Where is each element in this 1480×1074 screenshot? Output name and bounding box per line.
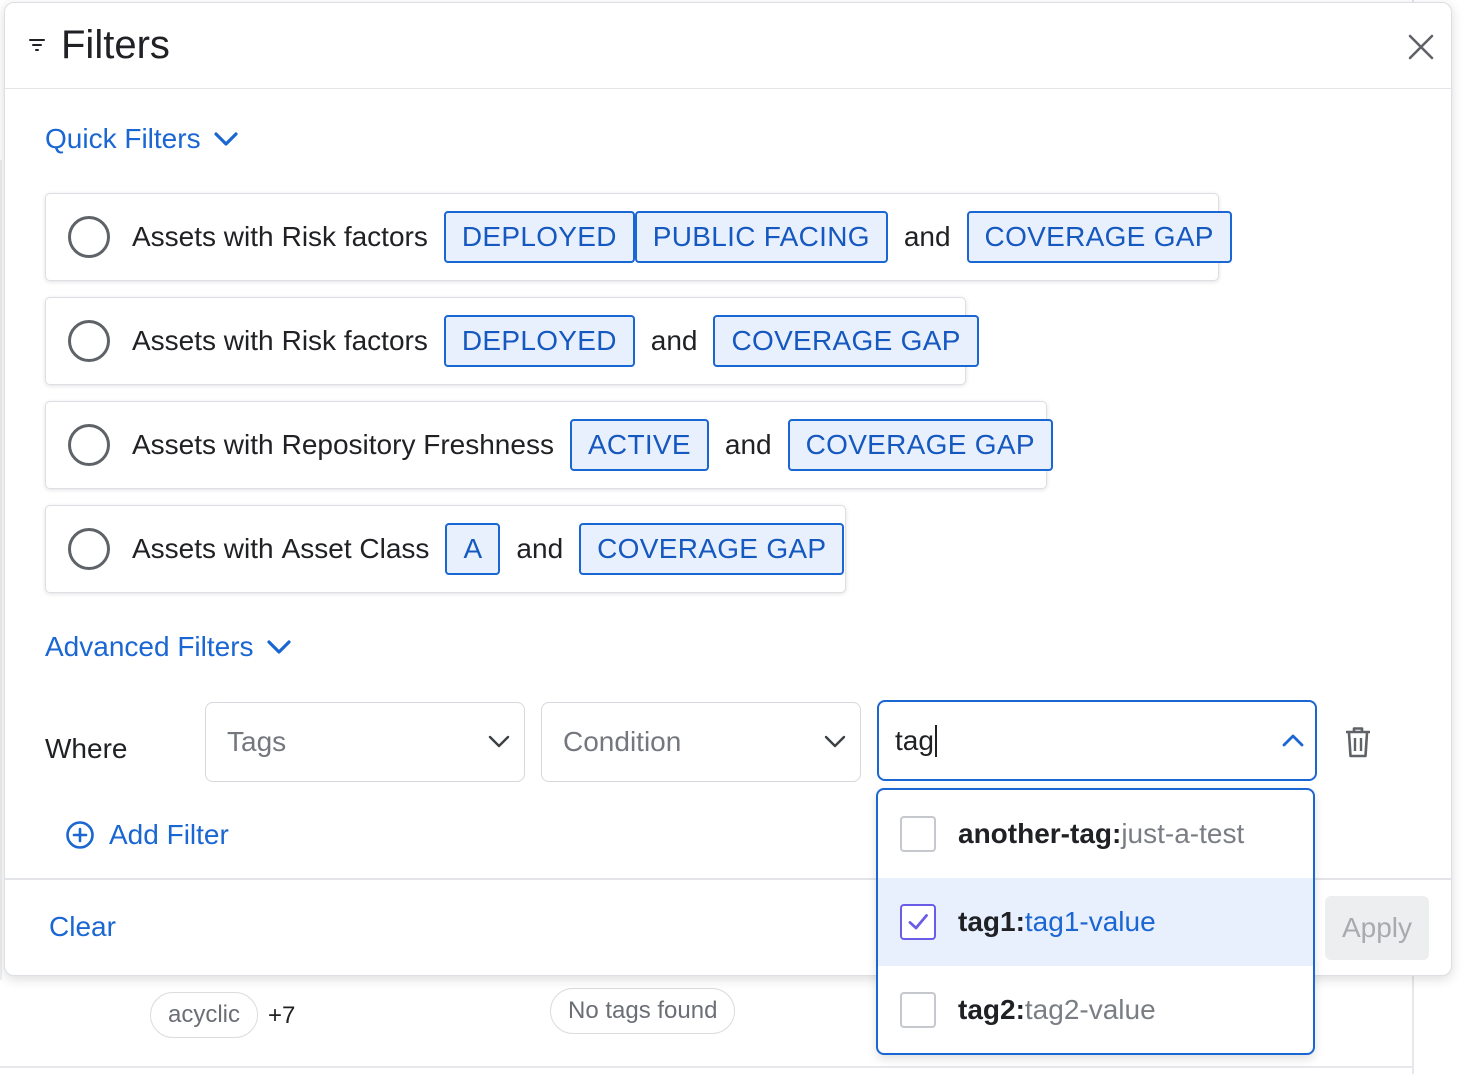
quick-filter-prefix: Assets with xyxy=(132,325,274,356)
quick-filters-toggle[interactable]: Quick Filters xyxy=(45,123,239,155)
panel-title: Filters xyxy=(61,23,170,67)
quick-filter-option[interactable]: Assets with Repository Freshness ACTIVE … xyxy=(45,401,1053,489)
add-filter-button[interactable]: Add Filter xyxy=(65,819,229,851)
where-label: Where xyxy=(45,733,128,764)
chevron-up-icon[interactable] xyxy=(1281,732,1305,748)
tag-value-input[interactable]: tag xyxy=(877,700,1317,781)
field-select[interactable]: Tags xyxy=(205,702,525,782)
quick-filter-tag: COVERAGE GAP xyxy=(966,211,1232,263)
quick-filter-tag: DEPLOYED xyxy=(443,315,635,367)
chevron-down-icon xyxy=(824,735,846,748)
close-icon[interactable] xyxy=(1405,31,1437,63)
condition-select[interactable]: Condition xyxy=(541,702,861,782)
radio-button[interactable] xyxy=(68,528,110,570)
quick-filter-tag: A xyxy=(445,523,501,575)
quick-filter-field: Asset Class xyxy=(281,533,430,564)
quick-filter-conjunction: and xyxy=(903,221,951,252)
quick-filter-option[interactable]: Assets with Asset Class A and COVERAGE G… xyxy=(45,505,846,593)
quick-filter-tag: COVERAGE GAP xyxy=(713,315,979,367)
checkbox[interactable] xyxy=(900,992,936,1028)
option-key: tag2 xyxy=(958,994,1016,1025)
option-separator: : xyxy=(1015,906,1025,937)
apply-button[interactable]: Apply xyxy=(1325,896,1429,960)
quick-filter-option[interactable]: Assets with Risk factors DEPLOYED PUBLIC… xyxy=(45,193,1232,281)
quick-filter-option[interactable]: Assets with Risk factors DEPLOYED and CO… xyxy=(45,297,979,385)
option-separator: : xyxy=(1112,818,1122,849)
quick-filter-tag: ACTIVE xyxy=(569,419,709,471)
radio-button[interactable] xyxy=(68,424,110,466)
quick-filter-tag: COVERAGE GAP xyxy=(579,523,845,575)
clear-button[interactable]: Clear xyxy=(49,911,116,943)
text-cursor xyxy=(934,724,937,757)
option-key: another-tag xyxy=(958,818,1112,849)
quick-filter-field: Risk factors xyxy=(281,325,428,356)
quick-filter-tag: PUBLIC FACING xyxy=(634,211,888,263)
option-key: tag1 xyxy=(958,906,1016,937)
add-circle-icon xyxy=(66,821,94,849)
option-separator: : xyxy=(1015,994,1025,1025)
checkbox[interactable] xyxy=(900,816,936,852)
background-tag-chip[interactable]: acyclic xyxy=(150,992,259,1038)
condition-select-placeholder: Condition xyxy=(563,726,682,757)
quick-filter-field: Repository Freshness xyxy=(281,429,554,460)
quick-filter-prefix: Assets with xyxy=(132,533,274,564)
quick-filter-field: Risk factors xyxy=(281,221,428,252)
advanced-filters-label: Advanced Filters xyxy=(45,631,254,662)
advanced-filters-toggle[interactable]: Advanced Filters xyxy=(45,631,292,663)
option-value: tag2-value xyxy=(1024,994,1156,1025)
quick-filter-tag: DEPLOYED xyxy=(443,211,635,263)
tag-options-dropdown: another-tag: just-a-test tag1: tag1-value … xyxy=(876,788,1315,1055)
quick-filter-conjunction: and xyxy=(724,429,772,460)
background-divider xyxy=(0,160,2,980)
field-select-placeholder: Tags xyxy=(227,726,287,757)
radio-button[interactable] xyxy=(68,216,110,258)
quick-filter-prefix: Assets with xyxy=(132,221,274,252)
filter-icon xyxy=(29,39,45,51)
add-filter-label: Add Filter xyxy=(109,819,229,850)
option-value: just-a-test xyxy=(1121,818,1245,849)
background-row-divider xyxy=(0,1066,1412,1068)
chevron-down-icon xyxy=(488,735,510,748)
dropdown-option[interactable]: tag2: tag2-value xyxy=(878,966,1313,1053)
background-more-count[interactable]: +7 xyxy=(268,1002,295,1030)
checkmark-icon xyxy=(908,914,928,930)
quick-filter-prefix: Assets with xyxy=(132,429,274,460)
trash-icon[interactable] xyxy=(1343,725,1373,759)
chevron-down-icon xyxy=(266,640,291,654)
quick-filters-label: Quick Filters xyxy=(45,123,201,154)
quick-filter-conjunction: and xyxy=(516,533,564,564)
chevron-down-icon xyxy=(213,132,238,146)
checkbox-checked[interactable] xyxy=(900,904,936,940)
option-value: tag1-value xyxy=(1024,906,1156,937)
quick-filter-tag: COVERAGE GAP xyxy=(787,419,1053,471)
tag-value-text: tag xyxy=(895,724,934,756)
panel-header: Filters xyxy=(5,3,1451,89)
dropdown-option[interactable]: another-tag: just-a-test xyxy=(878,790,1313,878)
radio-button[interactable] xyxy=(68,320,110,362)
dropdown-option-selected[interactable]: tag1: tag1-value xyxy=(878,878,1313,966)
background-no-tags-chip: No tags found xyxy=(550,988,736,1034)
quick-filter-conjunction: and xyxy=(650,325,698,356)
